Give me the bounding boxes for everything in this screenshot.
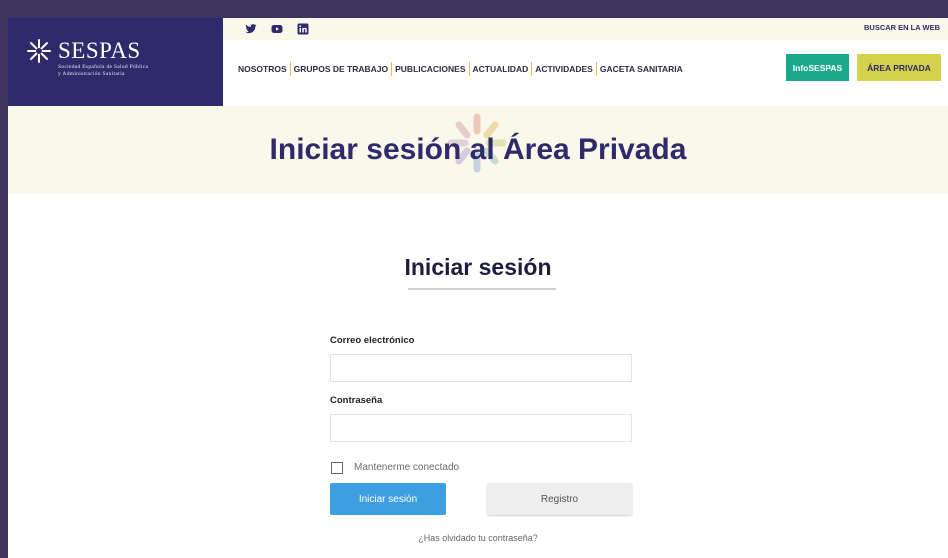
twitter-icon[interactable] [245, 23, 257, 35]
nav-item-actividades[interactable]: ACTIVIDADES [532, 64, 596, 74]
nav-item-nosotros[interactable]: NOSOTROS [235, 64, 290, 74]
hero-banner: Iniciar sesión al Área Privada [8, 106, 948, 194]
password-label: Contraseña [330, 395, 383, 406]
remember-me-label: Mantenerme conectado [354, 462, 460, 473]
youtube-icon[interactable] [271, 23, 283, 35]
logo-subtitle-line1: Sociedad Española de Salud Pública [58, 64, 149, 70]
main-nav: NOSOTROS GRUPOS DE TRABAJO PUBLICACIONES… [235, 62, 686, 76]
search-site-link[interactable]: BUSCAR EN LA WEB [864, 23, 940, 32]
social-links [245, 23, 309, 35]
register-button[interactable]: Registro [487, 483, 632, 515]
password-field[interactable] [330, 414, 632, 442]
heading-underline [408, 288, 556, 290]
infosespas-button[interactable]: InfoSESPAS [786, 54, 849, 81]
private-area-button[interactable]: ÁREA PRIVADA [857, 54, 941, 81]
site-logo[interactable]: SESPAS Sociedad Española de Salud Públic… [8, 18, 223, 106]
login-heading: Iniciar sesión [404, 254, 552, 280]
top-strip: BUSCAR EN LA WEB [223, 18, 948, 40]
email-label: Correo electrónico [330, 335, 415, 346]
linkedin-icon[interactable] [297, 23, 309, 35]
browser-page: SESPAS Sociedad Española de Salud Públic… [8, 18, 948, 558]
logo-subtitle: Sociedad Española de Salud Pública y Adm… [58, 64, 148, 77]
login-button[interactable]: Iniciar sesión [330, 483, 446, 515]
email-field[interactable] [330, 354, 632, 382]
remember-me-checkbox[interactable] [331, 462, 343, 474]
nav-item-grupos-de-trabajo[interactable]: GRUPOS DE TRABAJO [291, 64, 391, 74]
nav-item-publicaciones[interactable]: PUBLICACIONES [392, 64, 468, 74]
nav-item-actualidad[interactable]: ACTUALIDAD [470, 64, 532, 74]
logo-name: SESPAS [58, 38, 141, 63]
asterisk-logo-icon [27, 39, 51, 63]
page-title: Iniciar sesión al Área Privada [269, 133, 687, 166]
logo-subtitle-line2: y Administración Sanitaria [58, 70, 125, 77]
forgot-password-link[interactable]: ¿Has olvidado tu contraseña? [8, 533, 948, 543]
nav-item-gaceta-sanitaria[interactable]: GACETA SANITARIA [597, 64, 686, 74]
